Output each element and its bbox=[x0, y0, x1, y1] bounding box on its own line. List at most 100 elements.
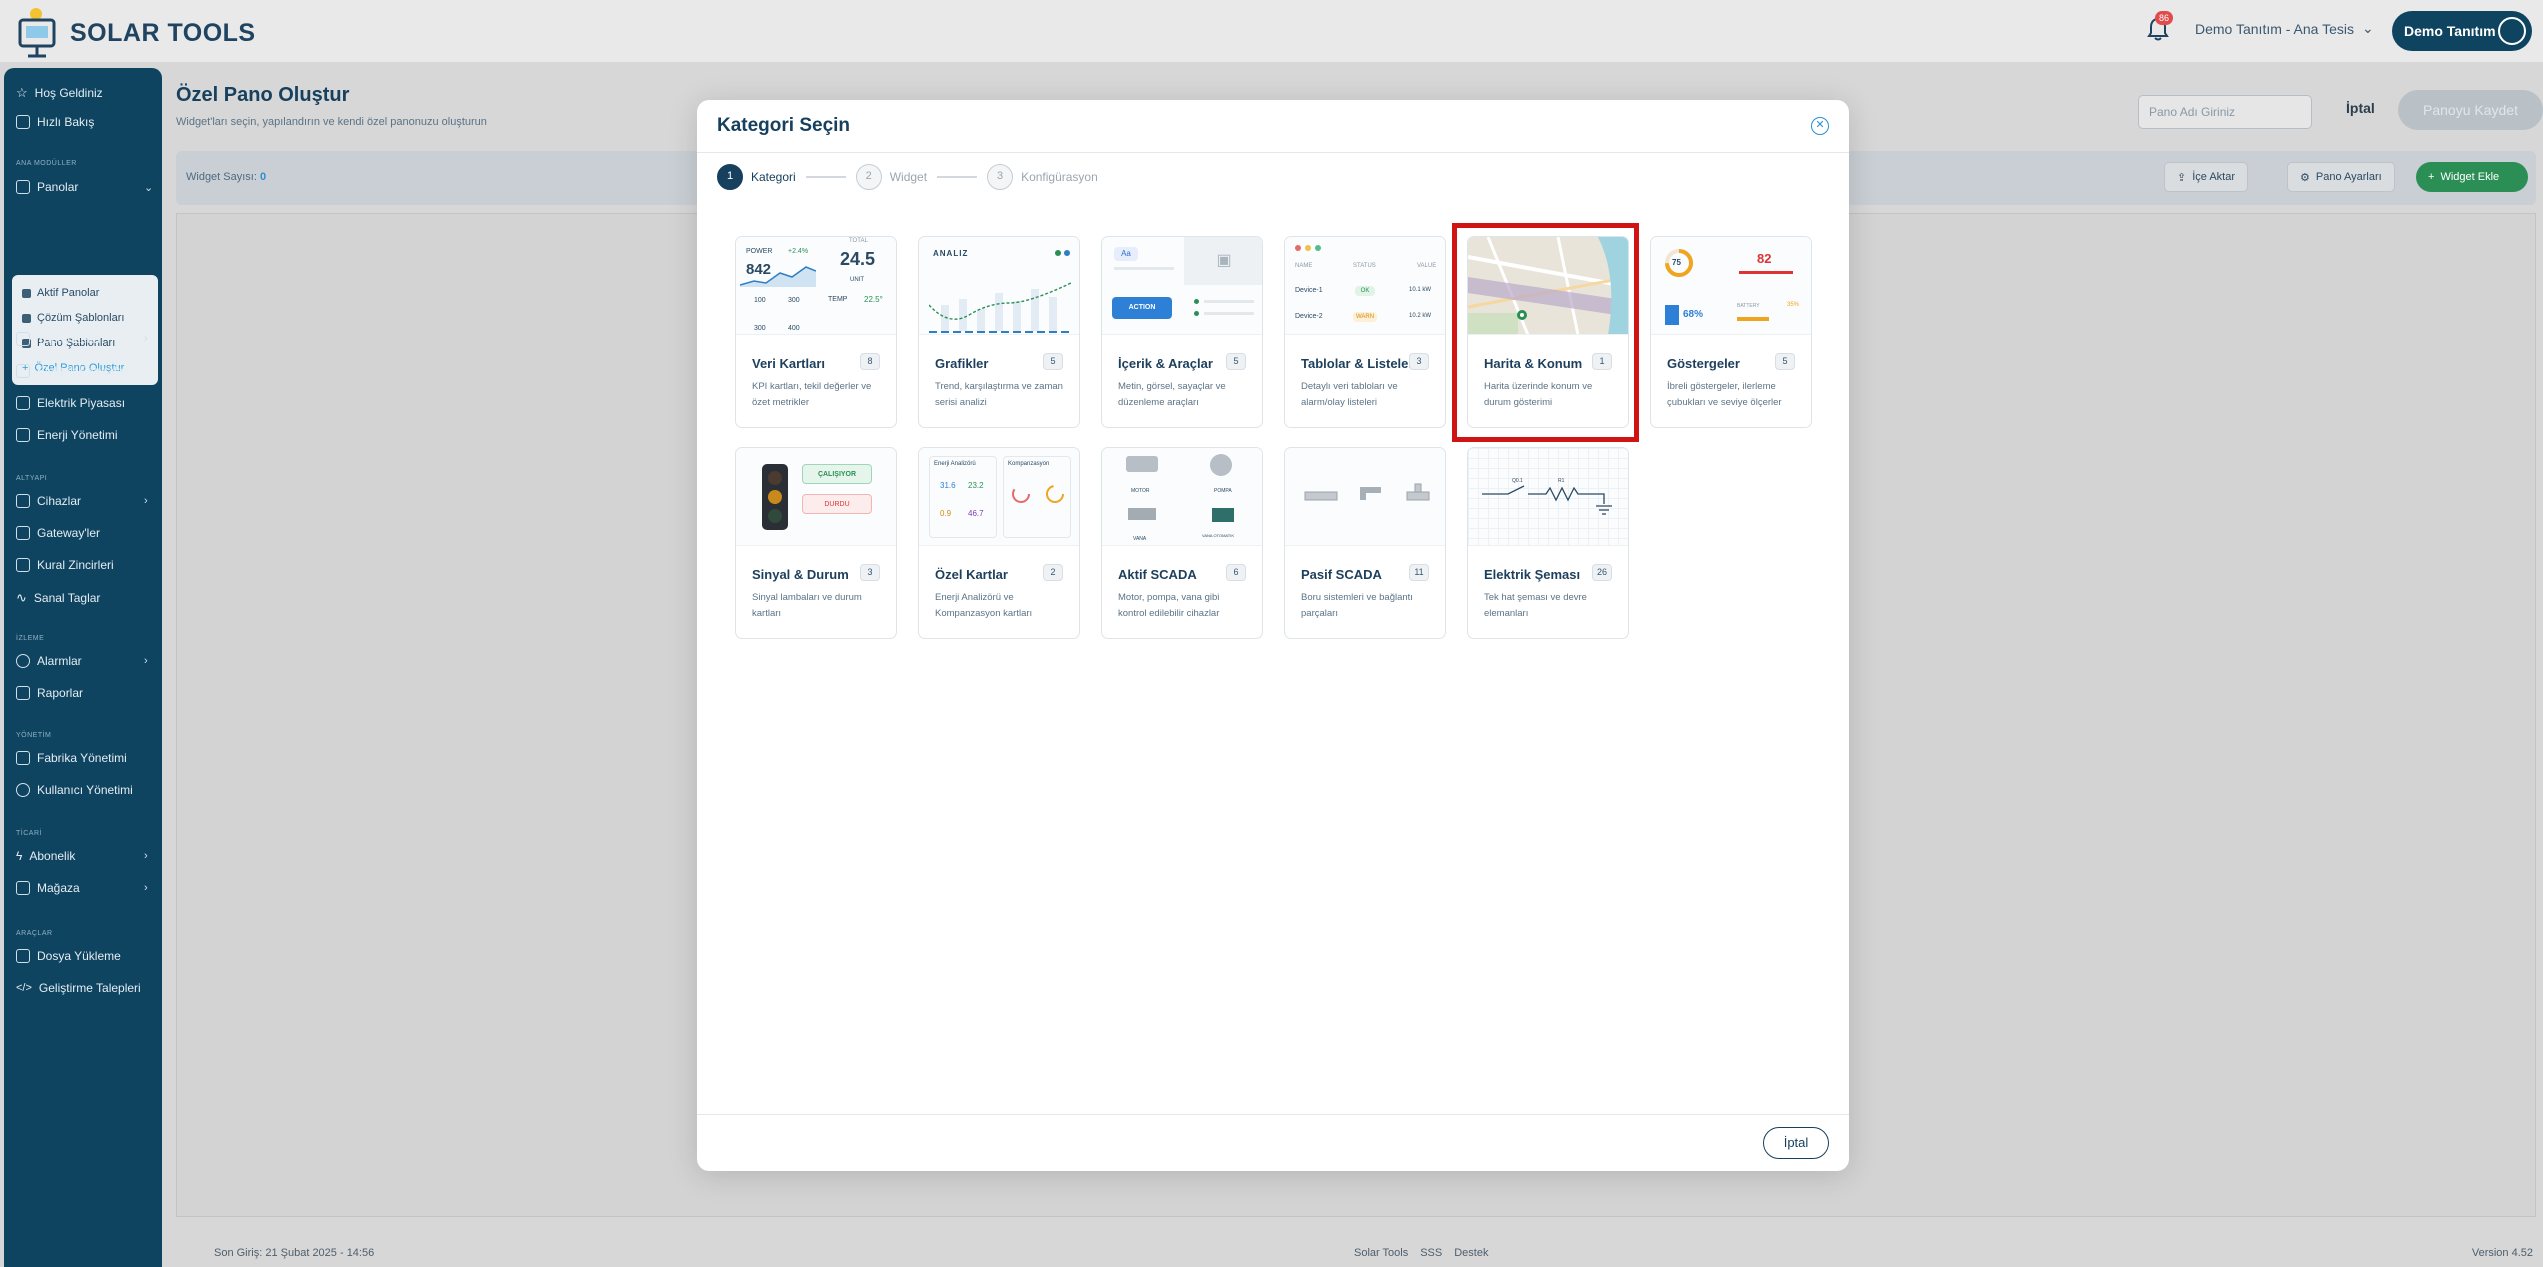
preview-text: 23.2 bbox=[968, 481, 984, 490]
sidebar-item-abonelik[interactable]: ϟ Abonelik › bbox=[16, 849, 148, 863]
toggle-icon bbox=[1194, 311, 1199, 316]
preview-text: 46.7 bbox=[968, 509, 984, 518]
sidebar-item-magaza[interactable]: Mağaza › bbox=[16, 881, 148, 895]
footer-link-sss[interactable]: SSS bbox=[1420, 1247, 1442, 1259]
widget-count-value: 0 bbox=[259, 171, 267, 183]
table-cell: Device-1 bbox=[1295, 287, 1323, 294]
preview-text: 100 bbox=[754, 297, 766, 304]
category-card-elektrik-semasi[interactable]: Q0.1 R1 Elektrik Şeması 26 Tek hat şemas… bbox=[1467, 447, 1629, 639]
submenu-item-aktif-panolar[interactable]: Aktif Panolar bbox=[22, 287, 99, 299]
divider bbox=[697, 1114, 1849, 1115]
step-label: Kategori bbox=[751, 170, 796, 184]
card-count-badge: 3 bbox=[860, 564, 880, 581]
sidebar-item-enerji-yonetimi[interactable]: Enerji Yönetimi bbox=[16, 428, 117, 442]
card-count-badge: 26 bbox=[1591, 564, 1612, 581]
legend-dot-icon bbox=[1055, 250, 1061, 256]
sidebar-item-elektrik-faturalari[interactable]: Elektrik Faturaları bbox=[16, 364, 131, 378]
user-menu-button[interactable]: Demo Tanıtım bbox=[2392, 11, 2532, 51]
card-description: Sinyal lambaları ve durum kartları bbox=[752, 592, 862, 619]
card-preview: POWER +2.4% 842 TOTAL 24.5 UNIT TEMP 22.… bbox=[736, 237, 896, 335]
preview-text: TEMP bbox=[828, 296, 848, 303]
list-icon bbox=[22, 313, 31, 323]
traffic-light-icon bbox=[762, 464, 788, 530]
card-title: Sinyal & Durum bbox=[752, 567, 849, 582]
sidebar-item-gateways[interactable]: Gateway'ler bbox=[16, 526, 100, 540]
sidebar-item-raporlar[interactable]: Raporlar bbox=[16, 686, 83, 700]
import-button[interactable]: ⇪ İçe Aktar bbox=[2164, 162, 2249, 192]
sidebar-item-label: Alarmlar bbox=[37, 654, 82, 668]
step-connector bbox=[937, 176, 978, 178]
activity-icon: ∿ bbox=[16, 590, 27, 605]
category-card-aktif-scada[interactable]: MOTOR POMPA VANA VANA OTOMATIK Aktif SCA… bbox=[1101, 447, 1263, 639]
preview-text: 300 bbox=[754, 325, 766, 332]
footer-link-solar-tools[interactable]: Solar Tools bbox=[1354, 1247, 1408, 1259]
widget-count-label: Widget Sayısı: bbox=[186, 171, 257, 183]
lightning-icon: ϟ bbox=[16, 849, 23, 863]
top-bar: SOLAR TOOLS 86 Demo Tanıtım - Ana Tesis … bbox=[0, 0, 2543, 62]
preview-text: VANA OTOMATIK bbox=[1202, 533, 1235, 538]
preview-text: Aa bbox=[1114, 247, 1138, 261]
close-icon[interactable]: ✕ bbox=[1811, 117, 1829, 135]
category-card-tablolar-listeler[interactable]: NAME STATUS VALUE Device-1 OK 10.1 kW De… bbox=[1284, 236, 1446, 428]
shop-icon bbox=[16, 881, 30, 895]
submenu-item-cozum-sablonlari[interactable]: Çözüm Şablonları bbox=[22, 312, 124, 324]
sidebar-item-panolar[interactable]: Panolar ⌄ bbox=[16, 180, 153, 194]
footer-link-destek[interactable]: Destek bbox=[1454, 1247, 1488, 1259]
ai-icon bbox=[16, 332, 30, 346]
category-card-icerik-araclar[interactable]: Aa ▣ ACTION İçerik & Araçlar 5 Metin, gö… bbox=[1101, 236, 1263, 428]
gauge-icon bbox=[1012, 485, 1064, 503]
sidebar-item-elektrik-piyasasi[interactable]: Elektrik Piyasası bbox=[16, 396, 125, 410]
preview-text: ACTION bbox=[1112, 297, 1172, 319]
sidebar-item-fabrika-yonetimi[interactable]: Fabrika Yönetimi bbox=[16, 751, 127, 765]
submenu-label: Aktif Panolar bbox=[37, 287, 100, 299]
sidebar-item-label: Kural Zincirleri bbox=[37, 558, 114, 572]
card-description: Enerji Analizörü ve Kompanzasyon kartlar… bbox=[935, 592, 1033, 619]
preview-text: 300 bbox=[788, 297, 800, 304]
card-count-badge: 11 bbox=[1409, 564, 1429, 581]
compensation-preview: Kompanzasyon bbox=[1003, 456, 1071, 538]
sidebar-item-sanal-taglar[interactable]: ∿ Sanal Taglar bbox=[16, 590, 100, 606]
sidebar-item-alarmlar[interactable]: Alarmlar › bbox=[16, 654, 148, 668]
category-card-sinyal-durum[interactable]: ÇALIŞIYOR DURDU Sinyal & Durum 3 Sinyal … bbox=[735, 447, 897, 639]
step-connector bbox=[805, 176, 846, 178]
preview-text: 24.5 bbox=[840, 249, 876, 269]
sidebar-item-yapay-zeka[interactable]: Yapay Zeka › bbox=[16, 332, 148, 346]
sidebar-item-dosya-yukleme[interactable]: Dosya Yükleme bbox=[16, 949, 121, 963]
clock-icon bbox=[16, 654, 30, 668]
sidebar-item-hizli-bakis[interactable]: Hızlı Bakış bbox=[16, 115, 94, 129]
sidebar-item-gelistirme-talepleri[interactable]: </> Geliştirme Talepleri bbox=[16, 981, 141, 995]
chevron-right-icon: › bbox=[144, 333, 148, 345]
dashboard-settings-button[interactable]: ⚙ Pano Ayarları bbox=[2287, 162, 2395, 192]
level-bar-icon bbox=[1665, 305, 1679, 325]
sidebar-item-label: Mağaza bbox=[37, 881, 80, 895]
footer: Son Giriş: 21 Şubat 2025 - 14:56 Solar T… bbox=[176, 1245, 2543, 1267]
page-cancel-button[interactable]: İptal bbox=[2346, 100, 2375, 116]
pano-name-input[interactable]: Pano Adı Giriniz bbox=[2138, 95, 2312, 129]
category-card-gostergeler[interactable]: 75 82 68% BATTERY 35% Göstergeler 5 İbre… bbox=[1650, 236, 1812, 428]
toggle-icon bbox=[1194, 299, 1199, 304]
solar-tools-logo[interactable] bbox=[14, 4, 64, 58]
preview-text: 82 bbox=[1757, 251, 1772, 266]
sidebar-item-kullanici-yonetimi[interactable]: Kullanıcı Yönetimi bbox=[16, 783, 133, 797]
add-widget-button[interactable]: + Widget Ekle bbox=[2416, 162, 2528, 192]
category-card-veri-kartlari[interactable]: POWER +2.4% 842 TOTAL 24.5 UNIT TEMP 22.… bbox=[735, 236, 897, 428]
sidebar-item-hos-geldiniz[interactable]: ☆ Hoş Geldiniz bbox=[16, 85, 103, 101]
sidebar-item-kural-zincirleri[interactable]: Kural Zincirleri bbox=[16, 558, 114, 572]
save-dashboard-button[interactable]: Panoyu Kaydet bbox=[2398, 90, 2543, 130]
category-card-grafikler[interactable]: ANALIZ Grafikler 5 Trend, karşılaştırma … bbox=[918, 236, 1080, 428]
page-title: Özel Pano Oluştur bbox=[176, 84, 350, 106]
monitor-icon bbox=[16, 494, 30, 508]
preview-text: TOTAL bbox=[849, 238, 868, 244]
tenant-select[interactable]: Demo Tanıtım - Ana Tesis ⌄ bbox=[2195, 20, 2374, 37]
sidebar-item-label: Raporlar bbox=[37, 686, 84, 700]
submenu-label: Çözüm Şablonları bbox=[37, 312, 125, 324]
card-preview: ANALIZ bbox=[919, 237, 1079, 335]
category-card-pasif-scada[interactable]: Pasif SCADA 11 Boru sistemleri ve bağlan… bbox=[1284, 447, 1446, 639]
category-card-ozel-kartlar[interactable]: Enerji Analizörü 31.6 23.2 0.9 46.7 Komp… bbox=[918, 447, 1080, 639]
modal-cancel-button[interactable]: İptal bbox=[1763, 1127, 1829, 1159]
step-label: Widget bbox=[889, 170, 928, 184]
sidebar-item-label: Panolar bbox=[37, 180, 79, 194]
grid-icon bbox=[16, 115, 30, 129]
step-kategori: 1 Kategori bbox=[717, 164, 796, 190]
sidebar-item-cihazlar[interactable]: Cihazlar › bbox=[16, 494, 148, 508]
